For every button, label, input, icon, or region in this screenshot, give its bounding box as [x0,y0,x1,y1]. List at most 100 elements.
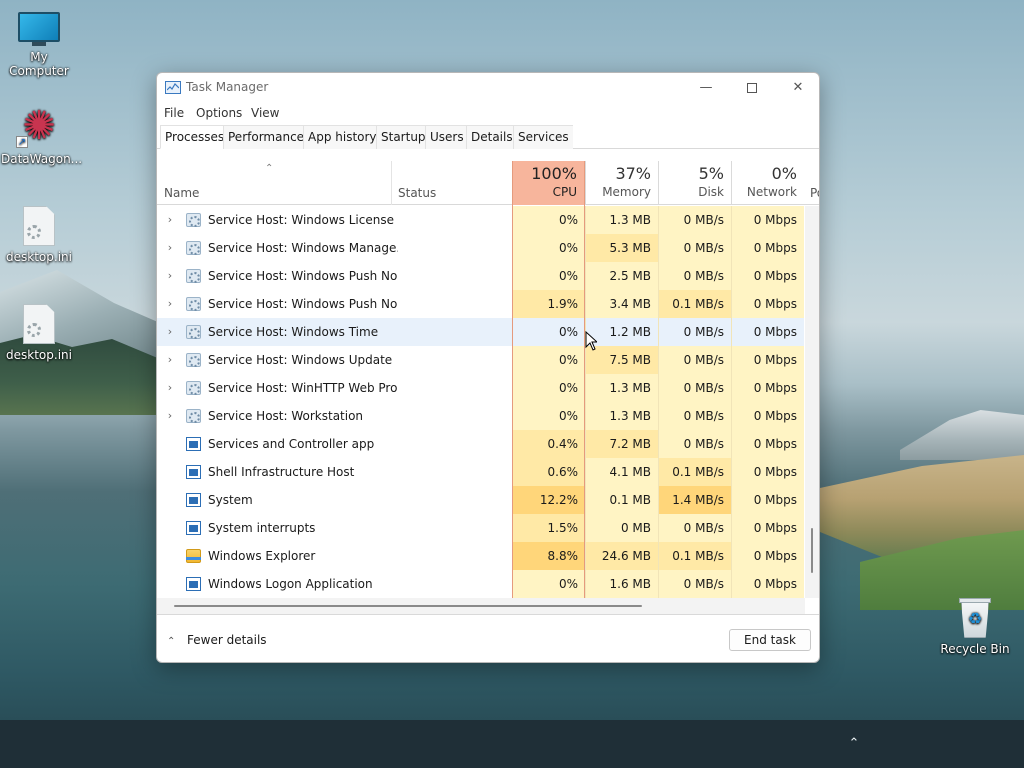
expand-chevron-icon[interactable]: › [165,290,175,318]
memory-label: Memory [602,185,651,199]
cpu-value: 0% [512,570,585,598]
process-name: Windows Logon Application [208,577,373,591]
expand-chevron-icon[interactable]: › [165,234,175,262]
column-header-disk[interactable]: 5% Disk [658,161,731,205]
gear-icon [186,409,201,423]
desktop-icon-datawagon[interactable]: ✺ ↗ DataWagon... [1,104,82,166]
cpu-value: 1.5% [512,514,585,542]
table-row[interactable]: › Service Host: Windows Time 0% 1.2 MB 0 MB/… [157,318,804,346]
column-header-cpu[interactable]: 100% CPU [512,161,585,205]
title-bar[interactable]: Task Manager — ✕ [157,73,819,103]
disk-value: 0 MB/s [658,402,731,430]
expand-chevron-icon[interactable]: › [165,346,175,374]
task-manager-app-icon [165,81,181,94]
table-row[interactable]: Shell Infrastructure Host 0.6% 4.1 MB 0.1 M… [157,458,804,486]
process-table: › Service Host: Windows License ... 0% 1.3 … [157,206,819,598]
network-value: 0 Mbps [731,206,804,234]
network-value: 0 Mbps [731,346,804,374]
expand-chevron-icon[interactable]: › [165,318,175,346]
row-spacer [165,570,175,598]
memory-value: 5.3 MB [585,234,658,262]
disk-total: 5% [698,164,724,183]
table-row[interactable]: › Service Host: Windows Push No... 0% 2.5 M… [157,262,804,290]
tab-services[interactable]: Services [513,125,573,149]
network-label: Network [746,185,797,199]
chevron-up-icon: ⌃ [167,636,176,647]
table-row[interactable]: › Service Host: WinHTTP Web Pro... 0% 1.3 M… [157,374,804,402]
end-task-button[interactable]: End task [729,629,811,651]
column-divider[interactable] [391,161,392,205]
desktop-icon-desktop-ini-1[interactable]: desktop.ini [1,206,77,264]
table-row[interactable]: Services and Controller app 0.4% 7.2 MB 0 M… [157,430,804,458]
computer-icon [18,12,60,46]
disk-value: 0 MB/s [658,430,731,458]
fewer-details-button[interactable]: ⌃ Fewer details [167,633,267,647]
folder-icon [186,549,201,563]
gear-icon [186,325,201,339]
menu-view[interactable]: View [251,106,279,120]
tray-chevron-up-icon[interactable]: ⌃ [846,736,862,752]
table-row[interactable]: › Service Host: Workstation 0% 1.3 MB 0 MB/s… [157,402,804,430]
minimize-button[interactable]: — [683,73,729,103]
tab-performance[interactable]: Performance [223,125,309,149]
process-name: System [208,493,253,507]
desktop-icon-desktop-ini-2[interactable]: desktop.ini [1,304,77,362]
cpu-value: 0% [512,206,585,234]
menu-bar: File Options View [157,103,819,123]
menu-options[interactable]: Options [196,106,242,120]
network-value: 0 Mbps [731,318,804,346]
row-spacer [165,486,175,514]
shortcut-arrow-icon: ↗ [16,136,28,148]
expand-chevron-icon[interactable]: › [165,206,175,234]
cpu-value: 0% [512,346,585,374]
table-row[interactable]: System interrupts 1.5% 0 MB 0 MB/s 0 Mbps [157,514,804,542]
disk-value: 0 MB/s [658,318,731,346]
column-header-memory[interactable]: 37% Memory [585,161,658,205]
table-row[interactable]: Windows Logon Application 0% 1.6 MB 0 MB/s 0… [157,570,804,598]
tab-details[interactable]: Details [466,125,517,149]
taskbar [0,720,1024,768]
tab-processes[interactable]: Processes [160,125,229,149]
expand-chevron-icon[interactable]: › [165,262,175,290]
desktop-icon-my-computer[interactable]: My Computer [1,12,77,78]
maximize-button[interactable] [729,73,775,103]
process-name: Services and Controller app [208,437,375,451]
tab-startup[interactable]: Startup [376,125,430,149]
column-header-status[interactable]: Status [398,186,436,200]
table-row[interactable]: Windows Explorer 8.8% 24.6 MB 0.1 MB/s 0 Mbp… [157,542,804,570]
settings-file-icon [23,206,55,246]
desktop-icon-recycle-bin[interactable]: ♻ Recycle Bin [937,596,1013,656]
disk-value: 0 MB/s [658,262,731,290]
column-header-name[interactable]: Name [164,186,199,200]
memory-value: 1.3 MB [585,206,658,234]
network-value: 0 Mbps [731,290,804,318]
table-row[interactable]: › Service Host: Windows Push No... 1.9% 3.4… [157,290,804,318]
expand-chevron-icon[interactable]: › [165,402,175,430]
desktop-icon-label: Recycle Bin [940,642,1010,656]
cpu-value: 0% [512,262,585,290]
table-row[interactable]: System 12.2% 0.1 MB 1.4 MB/s 0 Mbps [157,486,804,514]
table-row[interactable]: › Service Host: Windows Manage... 0% 5.3 MB… [157,234,804,262]
cpu-value: 0% [512,402,585,430]
menu-file[interactable]: File [164,106,184,120]
sort-ascending-icon: ⌃ [265,163,274,174]
cpu-total: 100% [531,164,577,183]
disk-value: 0 MB/s [658,206,731,234]
memory-value: 2.5 MB [585,262,658,290]
expand-chevron-icon[interactable]: › [165,374,175,402]
tab-users[interactable]: Users [425,125,468,149]
column-header-power[interactable]: Po [810,186,819,200]
column-header-network[interactable]: 0% Network [731,161,804,205]
close-button[interactable]: ✕ [775,73,819,103]
table-row[interactable]: › Service Host: Windows Update 0% 7.5 MB 0 M… [157,346,804,374]
table-row[interactable]: › Service Host: Windows License ... 0% 1.3 … [157,206,804,234]
gear-icon [186,269,201,283]
cpu-value: 0% [512,234,585,262]
cpu-value: 0% [512,318,585,346]
horizontal-scroll-thumb[interactable] [174,605,642,607]
memory-value: 7.2 MB [585,430,658,458]
tab-app-history[interactable]: App history [303,125,381,149]
vertical-scroll-thumb[interactable] [811,528,813,573]
disk-value: 0 MB/s [658,234,731,262]
recycle-bin-icon: ♻ [959,596,991,638]
